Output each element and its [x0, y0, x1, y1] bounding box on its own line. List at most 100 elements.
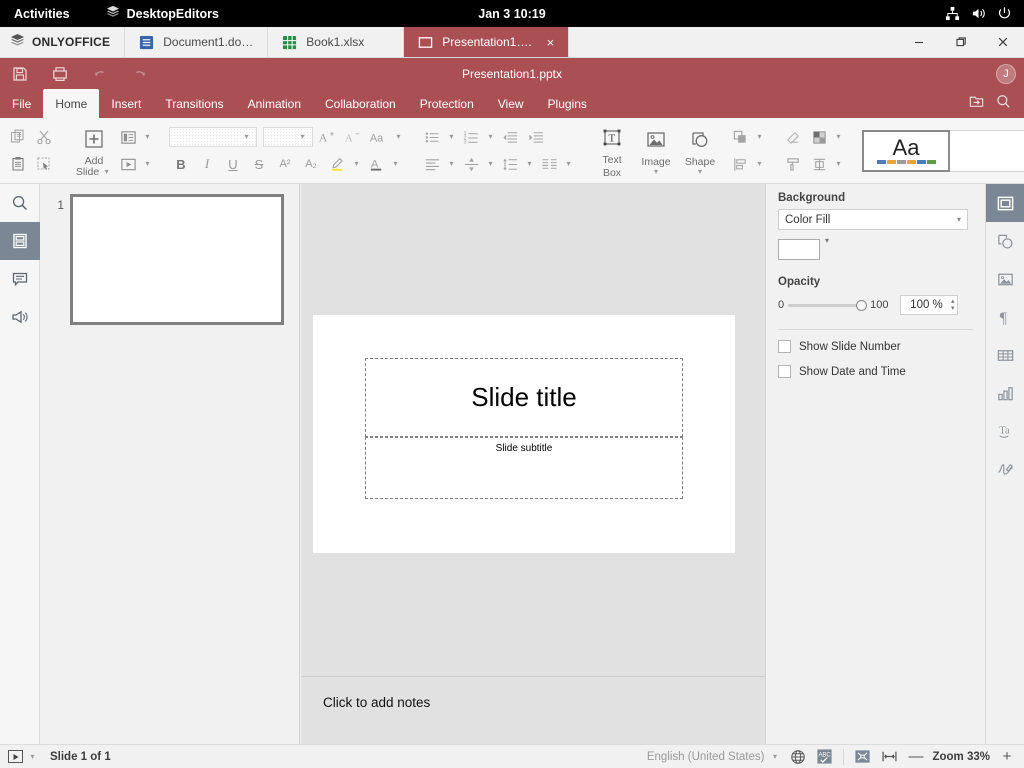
thumbnail-item[interactable]: 1	[40, 184, 299, 325]
show-date-time-checkbox[interactable]	[778, 365, 791, 378]
align-shape-icon[interactable]	[728, 152, 752, 176]
chevron-down-icon[interactable]: ▾	[446, 133, 457, 141]
chevron-down-icon[interactable]: ▾	[695, 168, 706, 176]
chevron-down-icon[interactable]: ▾	[563, 160, 574, 168]
chevron-down-icon[interactable]: ▾	[485, 160, 496, 168]
slide-layout-icon[interactable]	[116, 125, 140, 149]
spellcheck-icon[interactable]: ABC	[816, 748, 833, 765]
underline-button[interactable]: U	[221, 152, 245, 176]
strikethrough-button[interactable]: S	[247, 152, 271, 176]
set-language-icon[interactable]	[790, 749, 806, 765]
fit-to-slide-icon[interactable]	[854, 748, 871, 765]
slider-knob[interactable]	[856, 299, 868, 311]
chevron-up-icon[interactable]: ▴	[951, 298, 955, 305]
title-placeholder[interactable]: Slide title	[365, 358, 683, 437]
show-date-time-row[interactable]: Show Date and Time	[778, 365, 973, 378]
tab-collaboration[interactable]: Collaboration	[313, 89, 408, 118]
font-color-icon[interactable]: A	[364, 152, 388, 176]
chevron-down-icon[interactable]: ▾	[951, 305, 955, 312]
notes-pane[interactable]: Click to add notes	[301, 676, 765, 744]
chevron-down-icon[interactable]: ▾	[241, 133, 252, 141]
zoom-in-button[interactable]: +	[1000, 748, 1014, 765]
subtitle-placeholder[interactable]: Slide subtitle	[365, 437, 683, 499]
onlyoffice-brand[interactable]: ONLYOFFICE	[0, 27, 126, 57]
text-art-settings-icon[interactable]: Ta	[986, 412, 1024, 450]
tab-file[interactable]: File	[0, 89, 43, 118]
clear-style-icon[interactable]	[781, 125, 805, 149]
subscript-button[interactable]: A₂	[299, 152, 323, 176]
slide-settings-icon[interactable]	[986, 184, 1024, 222]
close-button[interactable]	[982, 27, 1024, 58]
sidebar-item-slides[interactable]	[0, 222, 40, 260]
image-button[interactable]: Image ▾	[634, 122, 678, 180]
volume-icon[interactable]	[971, 6, 986, 21]
chevron-down-icon[interactable]: ▾	[754, 160, 765, 168]
cut-icon[interactable]	[32, 125, 56, 149]
chevron-down-icon[interactable]: ▾	[446, 160, 457, 168]
chevron-down-icon[interactable]: ▾	[524, 160, 535, 168]
start-slideshow-icon[interactable]	[8, 750, 23, 763]
chevron-down-icon[interactable]: ▾	[485, 133, 496, 141]
decrease-indent-icon[interactable]	[498, 125, 522, 149]
language-selector[interactable]: English (United States) ▾	[647, 751, 781, 763]
power-icon[interactable]	[997, 6, 1012, 21]
network-icon[interactable]	[945, 6, 960, 21]
theme-preview-selected[interactable]: Aa	[862, 129, 950, 172]
copy-icon[interactable]	[6, 125, 30, 149]
stepper-arrows[interactable]: ▴ ▾	[951, 298, 955, 312]
copy-style-icon[interactable]	[781, 152, 805, 176]
doctab-presentation1[interactable]: Presentation1…. ×	[404, 27, 570, 57]
tab-home[interactable]: Home	[43, 89, 100, 118]
slide-canvas[interactable]: Slide title Slide subtitle	[301, 184, 765, 744]
shape-settings-icon[interactable]	[986, 222, 1024, 260]
vertical-align-icon[interactable]	[459, 152, 483, 176]
open-file-location-icon[interactable]	[968, 93, 985, 115]
italic-button[interactable]: I	[195, 152, 219, 176]
thumbnail-preview[interactable]	[70, 194, 284, 325]
tab-protection[interactable]: Protection	[408, 89, 486, 118]
image-settings-icon[interactable]	[986, 260, 1024, 298]
fit-to-width-icon[interactable]	[881, 748, 898, 765]
tab-insert[interactable]: Insert	[99, 89, 153, 118]
show-slide-number-row[interactable]: Show Slide Number	[778, 340, 973, 353]
chevron-down-icon[interactable]: ▾	[769, 752, 780, 761]
chevron-down-icon[interactable]: ▾	[297, 133, 308, 141]
fill-color-picker[interactable]	[778, 239, 820, 260]
sidebar-item-feedback[interactable]	[0, 298, 40, 336]
sidebar-item-search[interactable]	[0, 184, 40, 222]
numbering-icon[interactable]: 123	[459, 125, 483, 149]
horizontal-align-icon[interactable]	[420, 152, 444, 176]
signature-settings-icon[interactable]	[986, 450, 1024, 488]
doctab-book1[interactable]: Book1.xlsx	[268, 27, 405, 57]
doctab-document1[interactable]: Document1.do…	[125, 27, 269, 57]
search-icon[interactable]	[995, 93, 1012, 115]
font-name-input[interactable]: ▾	[169, 127, 257, 147]
tab-view[interactable]: View	[486, 89, 536, 118]
avatar[interactable]: J	[996, 63, 1016, 84]
add-slide-button[interactable]: Add Slide ▾	[72, 122, 116, 180]
tab-transitions[interactable]: Transitions	[153, 89, 235, 118]
chevron-down-icon[interactable]: ▾	[390, 160, 401, 168]
show-slide-number-checkbox[interactable]	[778, 340, 791, 353]
text-box-button[interactable]: T Text Box	[590, 122, 634, 180]
superscript-button[interactable]: A²	[273, 152, 297, 176]
maximize-button[interactable]	[940, 27, 982, 58]
change-case-icon[interactable]: Aa	[367, 125, 391, 149]
bullets-icon[interactable]	[420, 125, 444, 149]
paragraph-settings-icon[interactable]: ¶	[986, 298, 1024, 336]
minimize-button[interactable]	[898, 27, 940, 58]
tab-plugins[interactable]: Plugins	[536, 89, 599, 118]
slide-surface[interactable]: Slide title Slide subtitle	[313, 315, 735, 553]
chevron-down-icon[interactable]: ▾	[754, 133, 765, 141]
chevron-down-icon[interactable]: ▾	[142, 160, 153, 168]
line-spacing-icon[interactable]	[498, 152, 522, 176]
bold-button[interactable]: B	[169, 152, 193, 176]
arrange-shape-icon[interactable]	[728, 125, 752, 149]
zoom-level-label[interactable]: Zoom 33%	[932, 751, 990, 763]
shape-fill-icon[interactable]	[807, 125, 831, 149]
highlight-color-icon[interactable]	[325, 152, 349, 176]
shape-button[interactable]: Shape ▾	[678, 122, 722, 180]
columns-icon[interactable]	[537, 152, 561, 176]
chevron-down-icon[interactable]: ▾	[27, 752, 38, 761]
chevron-down-icon[interactable]: ▾	[142, 133, 153, 141]
